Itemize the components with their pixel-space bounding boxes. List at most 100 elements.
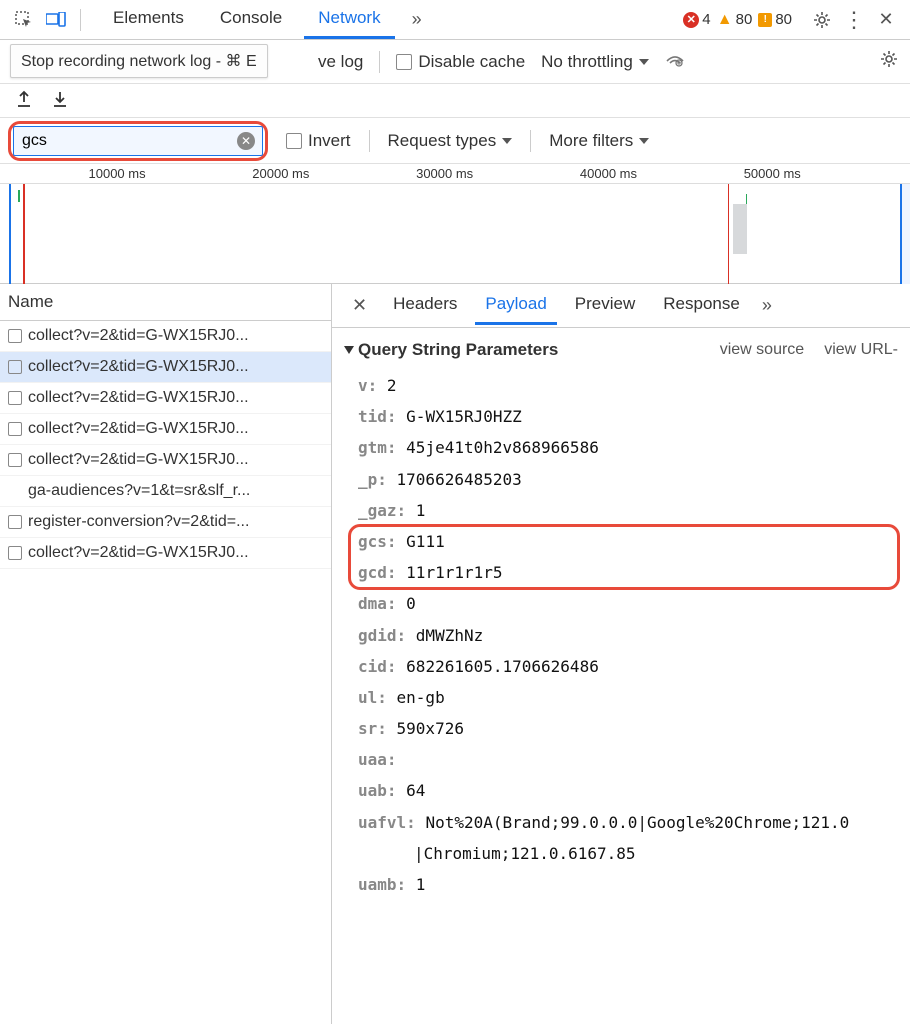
network-conditions-icon[interactable] xyxy=(665,51,685,72)
detail-tabs: ✕ Headers Payload Preview Response » xyxy=(332,284,910,328)
param-value: 0 xyxy=(406,594,416,613)
filter-input[interactable] xyxy=(13,126,263,156)
param-key: ul: xyxy=(358,688,397,707)
settings-gear-icon[interactable] xyxy=(808,6,836,34)
main-tabs: Elements Console Network » xyxy=(99,0,431,39)
query-param-row: _gaz: 1 xyxy=(358,495,898,526)
request-name: ga-audiences?v=1&t=sr&slf_r... xyxy=(28,482,250,500)
tab-network[interactable]: Network xyxy=(304,0,394,39)
status-badges: ✕4 ▲80 !80 xyxy=(683,11,792,28)
more-detail-tabs-icon[interactable]: » xyxy=(758,291,776,320)
inspect-element-icon[interactable] xyxy=(10,6,38,34)
param-key: sr: xyxy=(358,719,397,738)
request-list-pane: Name collect?v=2&tid=G-WX15RJ0... collect… xyxy=(0,284,332,1024)
request-row[interactable]: ga-audiences?v=1&t=sr&slf_r... xyxy=(0,476,331,507)
network-settings-icon[interactable] xyxy=(880,50,898,73)
request-row[interactable]: collect?v=2&tid=G-WX15RJ0... xyxy=(0,445,331,476)
invert-checkbox[interactable]: Invert xyxy=(286,131,351,151)
request-type-icon xyxy=(8,360,22,374)
request-row[interactable]: register-conversion?v=2&tid=... xyxy=(0,507,331,538)
request-name: collect?v=2&tid=G-WX15RJ0... xyxy=(28,327,249,345)
disable-cache-checkbox[interactable]: Disable cache xyxy=(396,52,525,72)
param-value: 1706626485203 xyxy=(397,470,522,489)
request-type-icon xyxy=(8,515,22,529)
filter-toolbar: ✕ Invert Request types More filters xyxy=(0,118,910,164)
tab-response[interactable]: Response xyxy=(653,286,750,325)
timeline-ruler: 10000 ms 20000 ms 30000 ms 40000 ms 5000… xyxy=(0,164,910,184)
throttling-dropdown[interactable]: No throttling xyxy=(541,52,649,72)
query-param-row: gdid: dMWZhNz xyxy=(358,620,898,651)
warning-count[interactable]: ▲80 xyxy=(717,11,753,28)
request-row[interactable]: collect?v=2&tid=G-WX15RJ0... xyxy=(0,538,331,569)
tab-headers[interactable]: Headers xyxy=(383,286,467,325)
payload-body: Query String Parameters view source view… xyxy=(332,328,910,1024)
filter-input-highlight: ✕ xyxy=(8,121,268,161)
request-row[interactable]: collect?v=2&tid=G-WX15RJ0... xyxy=(0,414,331,445)
close-detail-icon[interactable]: ✕ xyxy=(344,291,375,320)
more-filters-dropdown[interactable]: More filters xyxy=(549,131,649,151)
timeline-overview[interactable]: 10000 ms 20000 ms 30000 ms 40000 ms 5000… xyxy=(0,164,910,284)
request-name: collect?v=2&tid=G-WX15RJ0... xyxy=(28,544,249,562)
param-value: dMWZhNz xyxy=(416,626,483,645)
param-value: |Chromium;121.0.6167.85 xyxy=(414,844,636,863)
request-type-icon xyxy=(8,329,22,343)
device-toolbar-icon[interactable] xyxy=(42,6,70,34)
tab-payload[interactable]: Payload xyxy=(475,286,556,325)
tab-console[interactable]: Console xyxy=(206,0,296,39)
query-param-row: uaa: xyxy=(358,744,898,775)
param-value: en-gb xyxy=(397,688,445,707)
view-source-link[interactable]: view source xyxy=(720,341,804,359)
kebab-menu-icon[interactable]: ⋮ xyxy=(840,6,868,34)
request-row[interactable]: collect?v=2&tid=G-WX15RJ0... xyxy=(0,352,331,383)
param-key: v: xyxy=(358,376,387,395)
param-value: 1 xyxy=(416,875,426,894)
param-value: 45je41t0h2v868966586 xyxy=(406,438,599,457)
param-key: gtm: xyxy=(358,438,406,457)
param-key: uamb: xyxy=(358,875,416,894)
param-key: _p: xyxy=(358,470,397,489)
issues-count[interactable]: !80 xyxy=(758,11,792,28)
param-key: uaa: xyxy=(358,750,397,769)
tab-preview[interactable]: Preview xyxy=(565,286,645,325)
tab-elements[interactable]: Elements xyxy=(99,0,198,39)
param-key: gdid: xyxy=(358,626,416,645)
query-params-toggle[interactable]: Query String Parameters xyxy=(344,340,558,360)
param-value: 64 xyxy=(406,781,425,800)
query-param-row: tid: G-WX15RJ0HZZ xyxy=(358,401,898,432)
close-devtools-icon[interactable]: ✕ xyxy=(872,6,900,34)
param-value: 1 xyxy=(416,501,426,520)
param-key: gcd: xyxy=(358,563,406,582)
request-types-dropdown[interactable]: Request types xyxy=(388,131,513,151)
column-header-name[interactable]: Name xyxy=(0,284,331,321)
request-type-icon xyxy=(8,391,22,405)
request-name: collect?v=2&tid=G-WX15RJ0... xyxy=(28,389,249,407)
param-key: uafvl: xyxy=(358,813,425,832)
param-key: gcs: xyxy=(358,532,406,551)
request-type-icon xyxy=(8,453,22,467)
request-row[interactable]: collect?v=2&tid=G-WX15RJ0... xyxy=(0,321,331,352)
clear-filter-icon[interactable]: ✕ xyxy=(237,132,255,150)
har-toolbar xyxy=(0,84,910,118)
query-param-row: sr: 590x726 xyxy=(358,713,898,744)
param-value: 682261605.1706626486 xyxy=(406,657,599,676)
param-key: uab: xyxy=(358,781,406,800)
request-name: collect?v=2&tid=G-WX15RJ0... xyxy=(28,451,249,469)
view-url-encoded-link[interactable]: view URL- xyxy=(824,341,898,359)
export-har-icon[interactable] xyxy=(16,90,32,111)
request-name: register-conversion?v=2&tid=... xyxy=(28,513,249,531)
more-tabs-icon[interactable]: » xyxy=(403,6,431,34)
request-row[interactable]: collect?v=2&tid=G-WX15RJ0... xyxy=(0,383,331,414)
import-har-icon[interactable] xyxy=(52,90,68,111)
query-param-row: uamb: 1 xyxy=(358,869,898,900)
param-key: tid: xyxy=(358,407,406,426)
request-name: collect?v=2&tid=G-WX15RJ0... xyxy=(28,420,249,438)
request-detail-pane: ✕ Headers Payload Preview Response » Que… xyxy=(332,284,910,1024)
param-value: Not%20A(Brand;99.0.0.0|Google%20Chrome;1… xyxy=(425,813,849,832)
query-param-row: v: 2 xyxy=(358,370,898,401)
query-param-row: _p: 1706626485203 xyxy=(358,464,898,495)
network-toolbar: Stop recording network log - ⌘ E ve log … xyxy=(0,40,910,84)
query-param-row: uab: 64 xyxy=(358,775,898,806)
preserve-log-partial: ve log xyxy=(318,52,363,72)
error-count[interactable]: ✕4 xyxy=(683,11,710,28)
query-param-row: cid: 682261605.1706626486 xyxy=(358,651,898,682)
